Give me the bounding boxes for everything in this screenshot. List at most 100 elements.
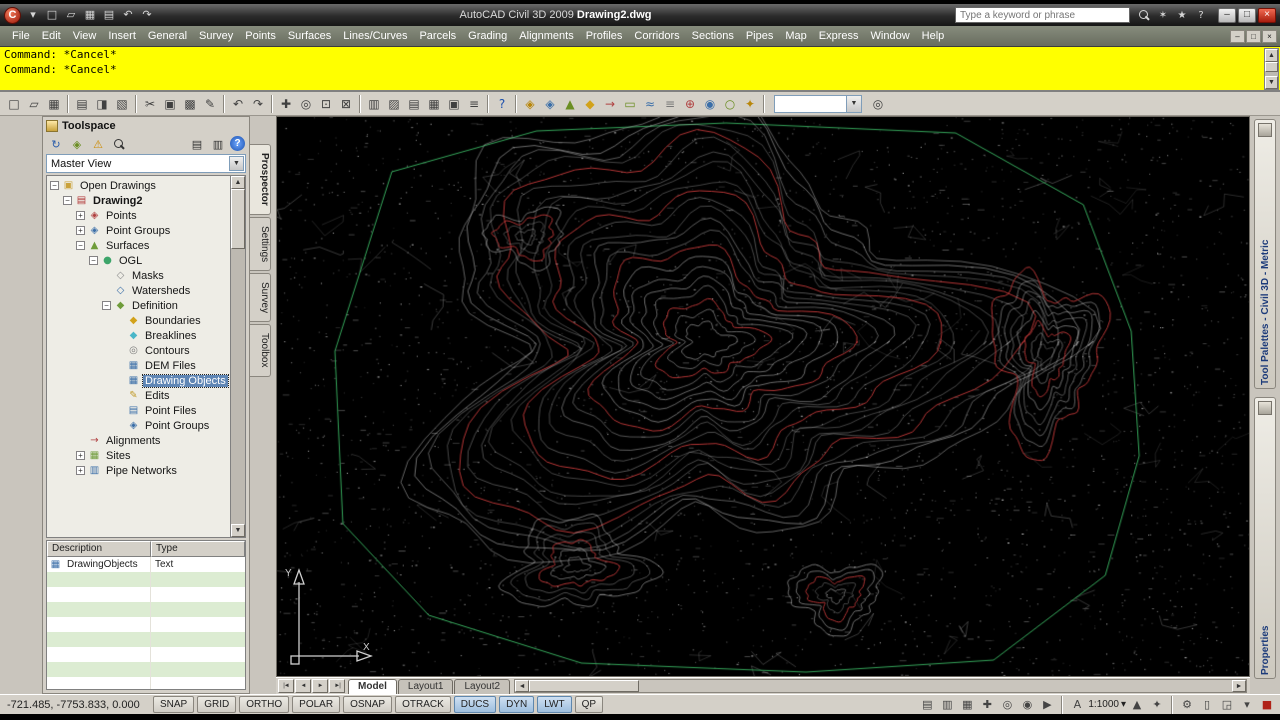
menu-map[interactable]: Map bbox=[779, 26, 812, 46]
command-scrollbar[interactable]: ▲ ▼ bbox=[1264, 48, 1279, 90]
save-icon[interactable]: ▦ bbox=[81, 7, 99, 23]
tree-item-masks[interactable]: −◇Masks bbox=[47, 268, 230, 283]
layout-tab-layout1[interactable]: Layout1 bbox=[397, 679, 454, 694]
horizontal-scrollbar[interactable]: ◄ ► bbox=[514, 679, 1247, 693]
menu-grading[interactable]: Grading bbox=[462, 26, 513, 46]
create-corridor-icon[interactable]: ≡ bbox=[660, 94, 680, 114]
toolspace-help-icon[interactable]: ? bbox=[230, 135, 245, 151]
maximize-button[interactable]: □ bbox=[1238, 7, 1256, 23]
tree-item-surfaces[interactable]: − ▲ Surfaces bbox=[47, 238, 230, 253]
pan-icon[interactable]: ✚ bbox=[276, 94, 296, 114]
menu-alignments[interactable]: Alignments bbox=[513, 26, 579, 46]
menu-pipes[interactable]: Pipes bbox=[740, 26, 780, 46]
docked-tab-properties[interactable]: Properties bbox=[1254, 397, 1276, 679]
help-icon[interactable]: ? bbox=[492, 94, 512, 114]
scroll-thumb[interactable] bbox=[529, 680, 640, 692]
named-views-icon[interactable]: ◎ bbox=[868, 94, 888, 114]
column-header-description[interactable]: Description bbox=[47, 541, 151, 557]
doc-close-button[interactable]: × bbox=[1262, 29, 1277, 43]
menu-edit[interactable]: Edit bbox=[36, 26, 67, 46]
tree-item-pipe-networks[interactable]: + ▥ Pipe Networks bbox=[47, 463, 230, 478]
scroll-track[interactable] bbox=[231, 249, 245, 524]
layout-nav-button[interactable]: ◄ bbox=[295, 679, 311, 693]
layout-tab-layout2[interactable]: Layout2 bbox=[454, 679, 511, 694]
menu-file[interactable]: File bbox=[6, 26, 36, 46]
tree-item-definition[interactable]: − ◆ Definition bbox=[47, 298, 230, 313]
palette-tab-survey[interactable]: Survey bbox=[250, 272, 271, 323]
toggle-osnap[interactable]: OSNAP bbox=[343, 696, 393, 713]
create-pipe-network-icon[interactable]: ⊕ bbox=[680, 94, 700, 114]
tree-expand-icon[interactable]: + bbox=[76, 226, 85, 235]
qnew-icon[interactable]: □ bbox=[4, 94, 24, 114]
open-icon[interactable]: ▱ bbox=[24, 94, 44, 114]
cut-icon[interactable]: ✂ bbox=[140, 94, 160, 114]
menu-surfaces[interactable]: Surfaces bbox=[282, 26, 337, 46]
tree-item-definition-point-groups[interactable]: −◈Point Groups bbox=[47, 418, 230, 433]
paste-icon[interactable]: ▩ bbox=[180, 94, 200, 114]
menu-survey[interactable]: Survey bbox=[193, 26, 239, 46]
undo-icon[interactable]: ↶ bbox=[119, 7, 137, 23]
create-grading-icon[interactable]: ◉ bbox=[700, 94, 720, 114]
layout-nav-button[interactable]: |◄ bbox=[278, 679, 294, 693]
zoom-previous-icon[interactable]: ⊠ bbox=[336, 94, 356, 114]
menu-window[interactable]: Window bbox=[865, 26, 916, 46]
tool-palettes-window-icon[interactable]: ▤ bbox=[404, 94, 424, 114]
tree-item-dem-files[interactable]: −▦DEM Files bbox=[47, 358, 230, 373]
menu-general[interactable]: General bbox=[142, 26, 193, 46]
create-parcel-icon[interactable]: ▭ bbox=[620, 94, 640, 114]
search-go-icon[interactable] bbox=[1135, 7, 1153, 23]
status-menu-icon[interactable]: ▾ bbox=[1238, 697, 1256, 713]
infocenter-search-input[interactable] bbox=[955, 7, 1130, 23]
menu-parcels[interactable]: Parcels bbox=[413, 26, 462, 46]
search-icon[interactable] bbox=[110, 136, 128, 153]
toggle-ortho[interactable]: ORTHO bbox=[239, 696, 290, 713]
clean-screen-icon[interactable]: ◲ bbox=[1218, 697, 1236, 713]
toggle-ducs[interactable]: DUCS bbox=[453, 696, 497, 713]
model-canvas[interactable] bbox=[277, 117, 1249, 676]
tree-item-contours[interactable]: −◎Contours bbox=[47, 343, 230, 358]
tree-expand-icon[interactable]: + bbox=[76, 466, 85, 475]
tree-item-alignments[interactable]: −→Alignments bbox=[47, 433, 230, 448]
command-window[interactable]: Command: *Cancel* Command: *Cancel* ▲ ▼ bbox=[0, 46, 1280, 92]
scroll-down-icon[interactable]: ▼ bbox=[1265, 76, 1278, 89]
tree-expand-icon[interactable]: − bbox=[76, 241, 85, 250]
palette-tab-toolbox[interactable]: Toolbox bbox=[250, 324, 271, 377]
item-list-row[interactable]: ▦ DrawingObjects Text bbox=[47, 557, 245, 572]
scroll-thumb[interactable] bbox=[1265, 62, 1278, 72]
docked-tab-tool-palettes[interactable]: Tool Palettes - Civil 3D - Metric bbox=[1254, 119, 1276, 389]
quick-view-drawings-icon[interactable]: ▦ bbox=[958, 697, 976, 713]
drawing-area[interactable]: Y X bbox=[276, 116, 1250, 677]
menu-points[interactable]: Points bbox=[239, 26, 282, 46]
favorites-star-icon[interactable]: ★ bbox=[1173, 7, 1191, 23]
tree-item-surface-ogl[interactable]: − ● OGL bbox=[47, 253, 230, 268]
tree-expand-icon[interactable]: − bbox=[89, 256, 98, 265]
menu-insert[interactable]: Insert bbox=[102, 26, 142, 46]
menu-sections[interactable]: Sections bbox=[686, 26, 740, 46]
zoom-status-icon[interactable]: ◎ bbox=[998, 697, 1016, 713]
scroll-left-icon[interactable]: ◄ bbox=[515, 680, 530, 692]
palette-tab-prospector[interactable]: Prospector bbox=[250, 144, 271, 215]
doc-restore-button[interactable]: □ bbox=[1246, 29, 1261, 43]
tree-expand-icon[interactable]: + bbox=[76, 451, 85, 460]
tree-expand-icon[interactable]: − bbox=[102, 301, 111, 310]
menu-profiles[interactable]: Profiles bbox=[580, 26, 629, 46]
event-viewer-icon[interactable]: ⚠ bbox=[89, 136, 107, 153]
toggle-grid[interactable]: GRID bbox=[197, 696, 237, 713]
tree-item-drawing2[interactable]: − ▤ Drawing2 bbox=[47, 193, 230, 208]
menu-help[interactable]: Help bbox=[916, 26, 951, 46]
properties-window-icon[interactable]: ▥ bbox=[364, 94, 384, 114]
save-icon[interactable]: ▦ bbox=[44, 94, 64, 114]
tree-scrollbar[interactable]: ▲ ▼ bbox=[230, 176, 245, 537]
toolbar-combobox[interactable]: ▼ bbox=[774, 94, 862, 113]
tree-item-boundaries[interactable]: −◆Boundaries bbox=[47, 313, 230, 328]
toolbar-lock-icon[interactable]: ▯ bbox=[1198, 697, 1216, 713]
column-header-type[interactable]: Type bbox=[151, 541, 245, 557]
open-icon[interactable]: ▱ bbox=[62, 7, 80, 23]
plot-icon[interactable]: ▤ bbox=[100, 7, 118, 23]
layout-nav-button[interactable]: ► bbox=[312, 679, 328, 693]
quickcalc-icon[interactable]: ≡ bbox=[464, 94, 484, 114]
zoom-window-icon[interactable]: ⊡ bbox=[316, 94, 336, 114]
status-alert-icon[interactable]: ■ bbox=[1258, 697, 1276, 713]
panorama-icon[interactable]: ▥ bbox=[209, 136, 227, 153]
chevron-down-icon[interactable]: ▼ bbox=[229, 156, 244, 171]
